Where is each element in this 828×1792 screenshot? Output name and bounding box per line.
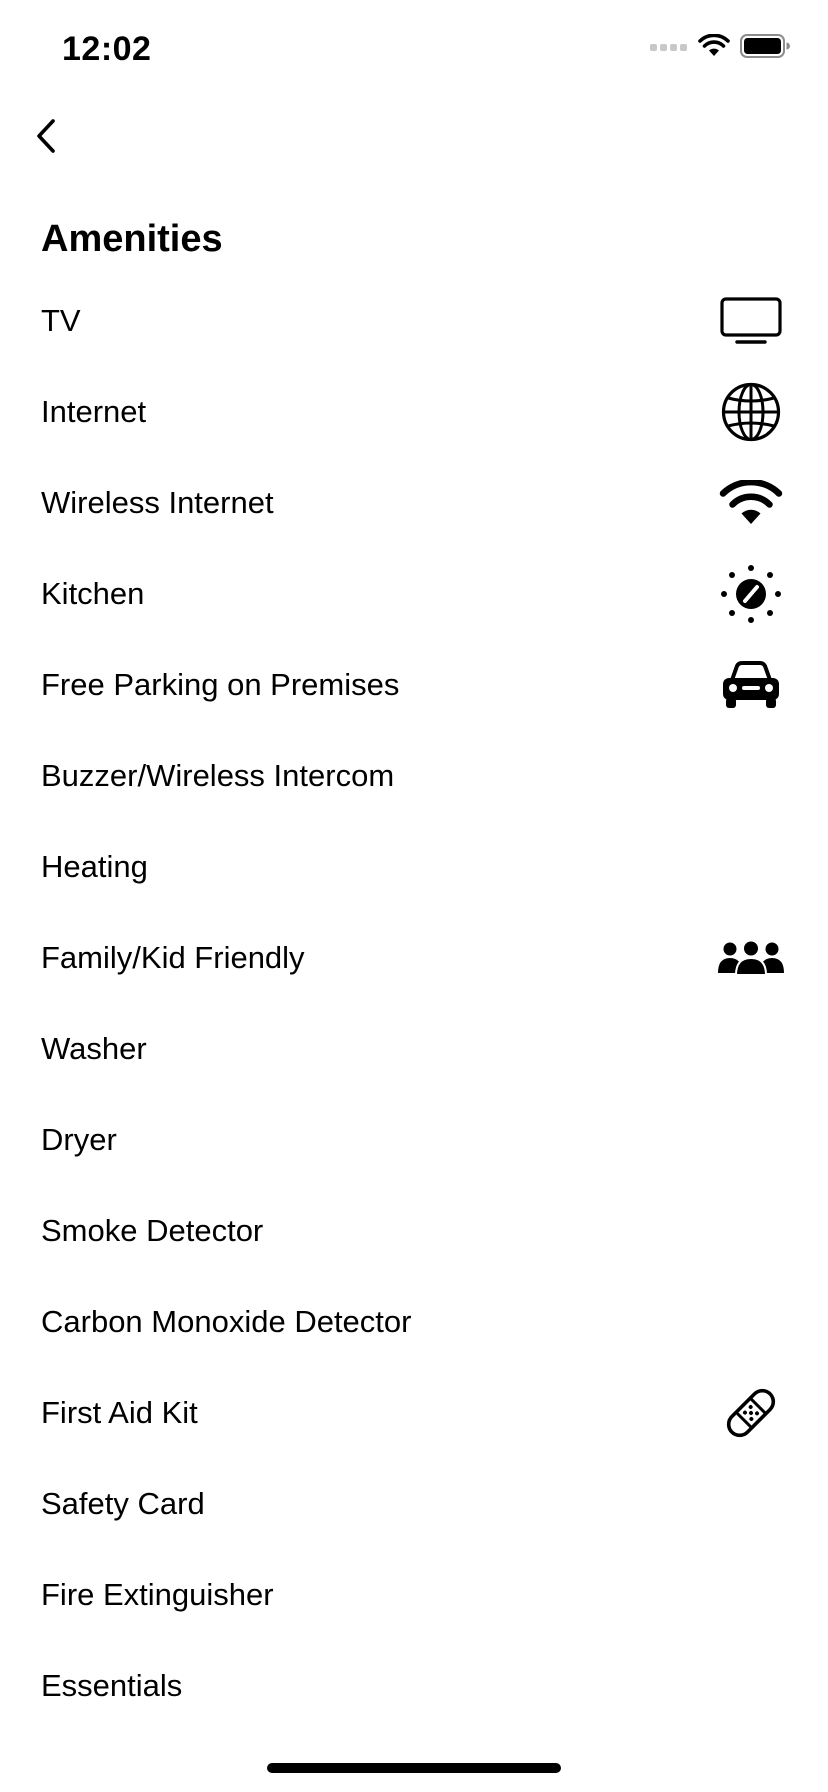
- amenity-list: TV Internet Wireless Internet Kitchen Fr…: [0, 275, 828, 1731]
- amenity-label: Wireless Internet: [41, 484, 274, 520]
- car-icon: [718, 657, 784, 713]
- list-item[interactable]: Internet: [0, 366, 828, 457]
- list-item[interactable]: TV: [0, 275, 828, 366]
- list-item[interactable]: First Aid Kit: [0, 1367, 828, 1458]
- wifi-icon: [698, 33, 730, 63]
- amenity-label: Kitchen: [41, 575, 145, 611]
- chevron-left-icon: [35, 118, 57, 159]
- back-button[interactable]: [26, 116, 66, 160]
- globe-icon: [718, 382, 784, 441]
- list-item[interactable]: Carbon Monoxide Detector: [0, 1276, 828, 1367]
- cellular-signal-icon: [650, 40, 688, 58]
- amenity-label: Washer: [41, 1030, 147, 1066]
- amenity-label: Free Parking on Premises: [41, 666, 400, 702]
- battery-icon: [740, 34, 790, 63]
- wifi-icon: [718, 475, 784, 531]
- list-item[interactable]: Wireless Internet: [0, 457, 828, 548]
- stove-dial-icon: [718, 564, 784, 623]
- amenity-label: Fire Extinguisher: [41, 1576, 274, 1612]
- status-icons: [650, 33, 790, 63]
- list-item[interactable]: Dryer: [0, 1094, 828, 1185]
- amenity-label: Heating: [41, 848, 148, 884]
- people-group-icon: [718, 930, 784, 986]
- list-item[interactable]: Free Parking on Premises: [0, 639, 828, 730]
- list-item[interactable]: Heating: [0, 821, 828, 912]
- status-bar: 12:02: [0, 0, 828, 100]
- page-title: Amenities: [41, 218, 223, 260]
- amenity-label: Smoke Detector: [41, 1212, 264, 1248]
- status-time: 12:02: [62, 30, 152, 68]
- list-item[interactable]: Fire Extinguisher: [0, 1549, 828, 1640]
- amenity-label: Buzzer/Wireless Intercom: [41, 757, 395, 793]
- list-item[interactable]: Family/Kid Friendly: [0, 912, 828, 1003]
- amenity-label: Dryer: [41, 1121, 117, 1157]
- list-item[interactable]: Essentials: [0, 1640, 828, 1731]
- amenity-label: TV: [41, 302, 81, 338]
- amenity-label: Safety Card: [41, 1485, 205, 1521]
- list-item[interactable]: Safety Card: [0, 1458, 828, 1549]
- amenity-label: Carbon Monoxide Detector: [41, 1303, 412, 1339]
- list-item[interactable]: Buzzer/Wireless Intercom: [0, 730, 828, 821]
- list-item[interactable]: Kitchen: [0, 548, 828, 639]
- home-indicator[interactable]: [267, 1763, 561, 1773]
- bandage-icon: [718, 1385, 784, 1441]
- amenity-label: First Aid Kit: [41, 1394, 198, 1430]
- list-item[interactable]: Smoke Detector: [0, 1185, 828, 1276]
- tv-icon: [718, 293, 784, 349]
- amenity-label: Internet: [41, 393, 147, 429]
- list-item[interactable]: Washer: [0, 1003, 828, 1094]
- amenity-label: Essentials: [41, 1667, 183, 1703]
- amenity-label: Family/Kid Friendly: [41, 939, 305, 975]
